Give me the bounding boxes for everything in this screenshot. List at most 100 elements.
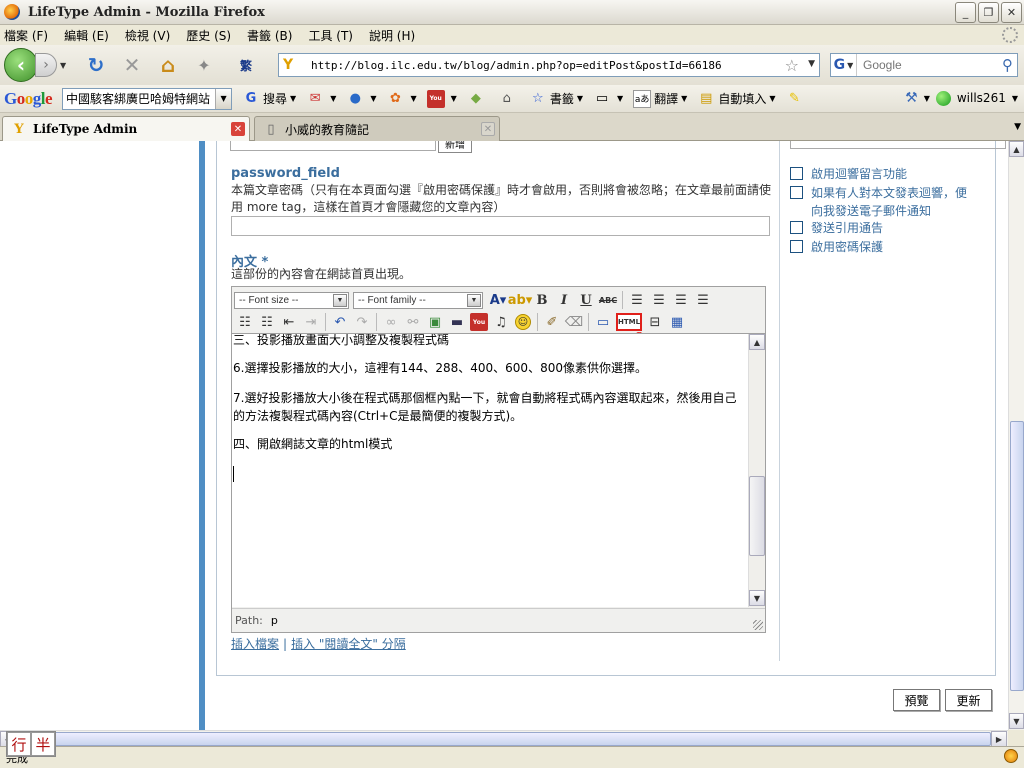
align-justify-icon[interactable]: ☰ — [692, 290, 714, 310]
ime-toolbar[interactable]: 行 半 — [6, 731, 56, 757]
tag-button[interactable]: ◆ — [467, 90, 488, 108]
add-button[interactable]: 新增 — [438, 141, 472, 153]
preview-button[interactable]: 預覽 — [893, 689, 940, 711]
url-bar[interactable]: Y http://blog.ilc.edu.tw/blog/admin.php?… — [278, 53, 820, 77]
history-dropdown-icon[interactable]: ▼ — [60, 61, 72, 70]
addon-status-icon[interactable] — [1004, 749, 1018, 763]
cleanup-brush-icon[interactable]: ✐ — [541, 312, 563, 332]
align-left-icon[interactable]: ☰ — [626, 290, 648, 310]
window-icon[interactable]: ▭ — [592, 312, 614, 332]
close-window-button[interactable]: ✕ — [1001, 2, 1022, 23]
menu-help[interactable]: 說明 (H) — [369, 27, 415, 44]
menu-edit[interactable]: 編輯 (E) — [64, 27, 109, 44]
password-protect-checkbox[interactable] — [790, 240, 803, 253]
traditional-chinese-button[interactable]: 繁 — [234, 53, 258, 77]
menu-bookmarks[interactable]: 書籤 (B) — [247, 27, 292, 44]
horizontal-scrollbar[interactable]: ◀ ▶ — [0, 730, 1008, 747]
youtube-button[interactable]: You ▼ — [426, 89, 457, 108]
menu-file[interactable]: 檔案 (F) — [4, 27, 48, 44]
font-size-select[interactable]: -- Font size -- ▼ — [234, 291, 349, 309]
password-input[interactable] — [231, 216, 770, 236]
tab-close-icon[interactable]: ✕ — [481, 122, 495, 136]
align-right-icon[interactable]: ☰ — [670, 290, 692, 310]
translate-button[interactable]: aあ 翻譯 ▼ — [633, 89, 687, 108]
globe-button[interactable]: ● ▼ — [346, 90, 377, 108]
google-search-dropdown-icon[interactable]: ▼ — [215, 88, 232, 109]
italic-icon[interactable]: I — [553, 290, 575, 310]
addon-icon[interactable]: ✦ — [192, 53, 216, 77]
tab-close-icon[interactable]: ✕ — [231, 122, 245, 136]
bookmarks-button[interactable]: ☆ 書籤 ▼ — [529, 90, 583, 108]
scroll-up-icon[interactable]: ▲ — [1009, 141, 1024, 157]
search-icon[interactable]: ⚲ — [1002, 56, 1013, 74]
google-search-input[interactable]: 中國駭客綁廣巴哈姆特網站 ▼ — [62, 87, 233, 110]
scroll-up-icon[interactable]: ▲ — [749, 334, 765, 350]
email-notify-checkbox[interactable] — [790, 186, 803, 199]
option-enable-comments[interactable]: 啟用迴響留言功能 — [790, 165, 970, 183]
emoticon-button[interactable]: ☺ — [512, 312, 534, 332]
menu-tools[interactable]: 工具 (T) — [308, 27, 353, 44]
museum-button[interactable]: ⌂ — [498, 90, 519, 108]
highlight-color-icon[interactable]: ab▾ — [508, 290, 533, 310]
forward-button[interactable]: › — [35, 53, 57, 77]
search-input[interactable] — [857, 58, 987, 72]
insert-image-icon[interactable]: ▣ — [424, 312, 446, 332]
indent-icon[interactable]: ⇥ — [300, 312, 322, 332]
update-button[interactable]: 更新 — [945, 689, 992, 711]
option-password-protect[interactable]: 啟用密碼保護 — [790, 238, 970, 256]
insert-media-icon[interactable]: ▬ — [446, 312, 468, 332]
outdent-icon[interactable]: ⇤ — [278, 312, 300, 332]
mail-button[interactable]: ✉ ▼ — [306, 90, 337, 108]
music-note-icon[interactable]: ♫ — [490, 312, 512, 332]
bookmark-star-icon[interactable]: ☆ — [785, 56, 799, 75]
bold-icon[interactable]: B — [531, 290, 553, 310]
scroll-right-icon[interactable]: ▶ — [991, 731, 1007, 747]
ime-mode-char[interactable]: 行 — [7, 732, 31, 756]
ime-halfwidth-char[interactable]: 半 — [31, 732, 55, 756]
rectangle-button[interactable]: ▭ ▼ — [593, 90, 623, 108]
send-trackback-checkbox[interactable] — [790, 221, 803, 234]
insert-more-link[interactable]: 插入 "閱讀全文" 分隔 — [291, 637, 406, 651]
unlink-icon[interactable]: ⚯ — [402, 312, 424, 332]
font-family-select[interactable]: -- Font family -- ▼ — [353, 291, 483, 309]
numbered-list-icon[interactable]: ☷ — [256, 312, 278, 332]
paste-word-icon[interactable]: ▦ — [666, 312, 688, 332]
stop-icon[interactable]: ✕ — [120, 53, 144, 77]
underline-icon[interactable]: U — [575, 290, 597, 310]
search-engine-icon[interactable]: G ▼ — [831, 54, 857, 76]
font-color-icon[interactable]: A▾ — [487, 290, 509, 310]
horizontal-scroll-thumb[interactable] — [17, 732, 991, 746]
highlighter-button[interactable]: ✎ — [785, 90, 806, 108]
page-scrollbar[interactable]: ▲ ▼ — [1008, 141, 1024, 730]
option-email-notify[interactable]: 如果有人對本文發表迴響，便向我發送電子郵件通知 — [788, 184, 968, 220]
bullet-list-icon[interactable]: ☷ — [234, 312, 256, 332]
insert-file-link[interactable]: 插入檔案 — [231, 637, 279, 651]
reload-icon[interactable]: ↻ — [84, 53, 108, 77]
editor-content-area[interactable]: 三、投影播放畫面大小調整及複製程式碼 6.選擇投影播放的大小，這裡有144、28… — [232, 333, 765, 607]
html-source-button[interactable]: HTML — [616, 313, 642, 331]
restore-button[interactable]: ❐ — [978, 2, 999, 23]
youtube-embed-button[interactable]: You — [468, 312, 490, 332]
back-button[interactable]: ‹ — [4, 48, 38, 82]
url-text[interactable]: http://blog.ilc.edu.tw/blog/admin.php?op… — [311, 59, 722, 72]
editor-scrollbar[interactable]: ▲ ▼ — [748, 334, 765, 607]
user-account[interactable]: wills261 — [957, 91, 1006, 105]
path-value[interactable]: p — [271, 614, 278, 627]
tab-list-icon[interactable]: ▼ — [1014, 122, 1021, 132]
google-search-button[interactable]: G 搜尋 ▼ — [242, 90, 297, 108]
horizontal-rule-icon[interactable]: ⊟ — [644, 312, 666, 332]
resize-grip-icon[interactable] — [753, 620, 763, 630]
scroll-down-icon[interactable]: ▼ — [1009, 713, 1024, 729]
partial-input[interactable] — [230, 141, 436, 151]
tab-blog[interactable]: ▯ 小威的教育隨記 ✕ — [254, 116, 500, 141]
strikethrough-icon[interactable]: ABC — [597, 290, 619, 310]
wrench-icon[interactable]: ⚒ — [905, 90, 918, 106]
link-icon[interactable]: ∞ — [380, 312, 402, 332]
eraser-icon[interactable]: ⌫ — [563, 312, 585, 332]
picasa-button[interactable]: ✿ ▼ — [387, 90, 417, 108]
align-center-icon[interactable]: ☰ — [648, 290, 670, 310]
tab-lifetype-admin[interactable]: Y LifeType Admin ✕ — [2, 116, 250, 141]
page-scroll-thumb[interactable] — [1010, 421, 1024, 691]
minimize-button[interactable]: _ — [955, 2, 976, 23]
partial-select[interactable] — [790, 141, 1006, 149]
